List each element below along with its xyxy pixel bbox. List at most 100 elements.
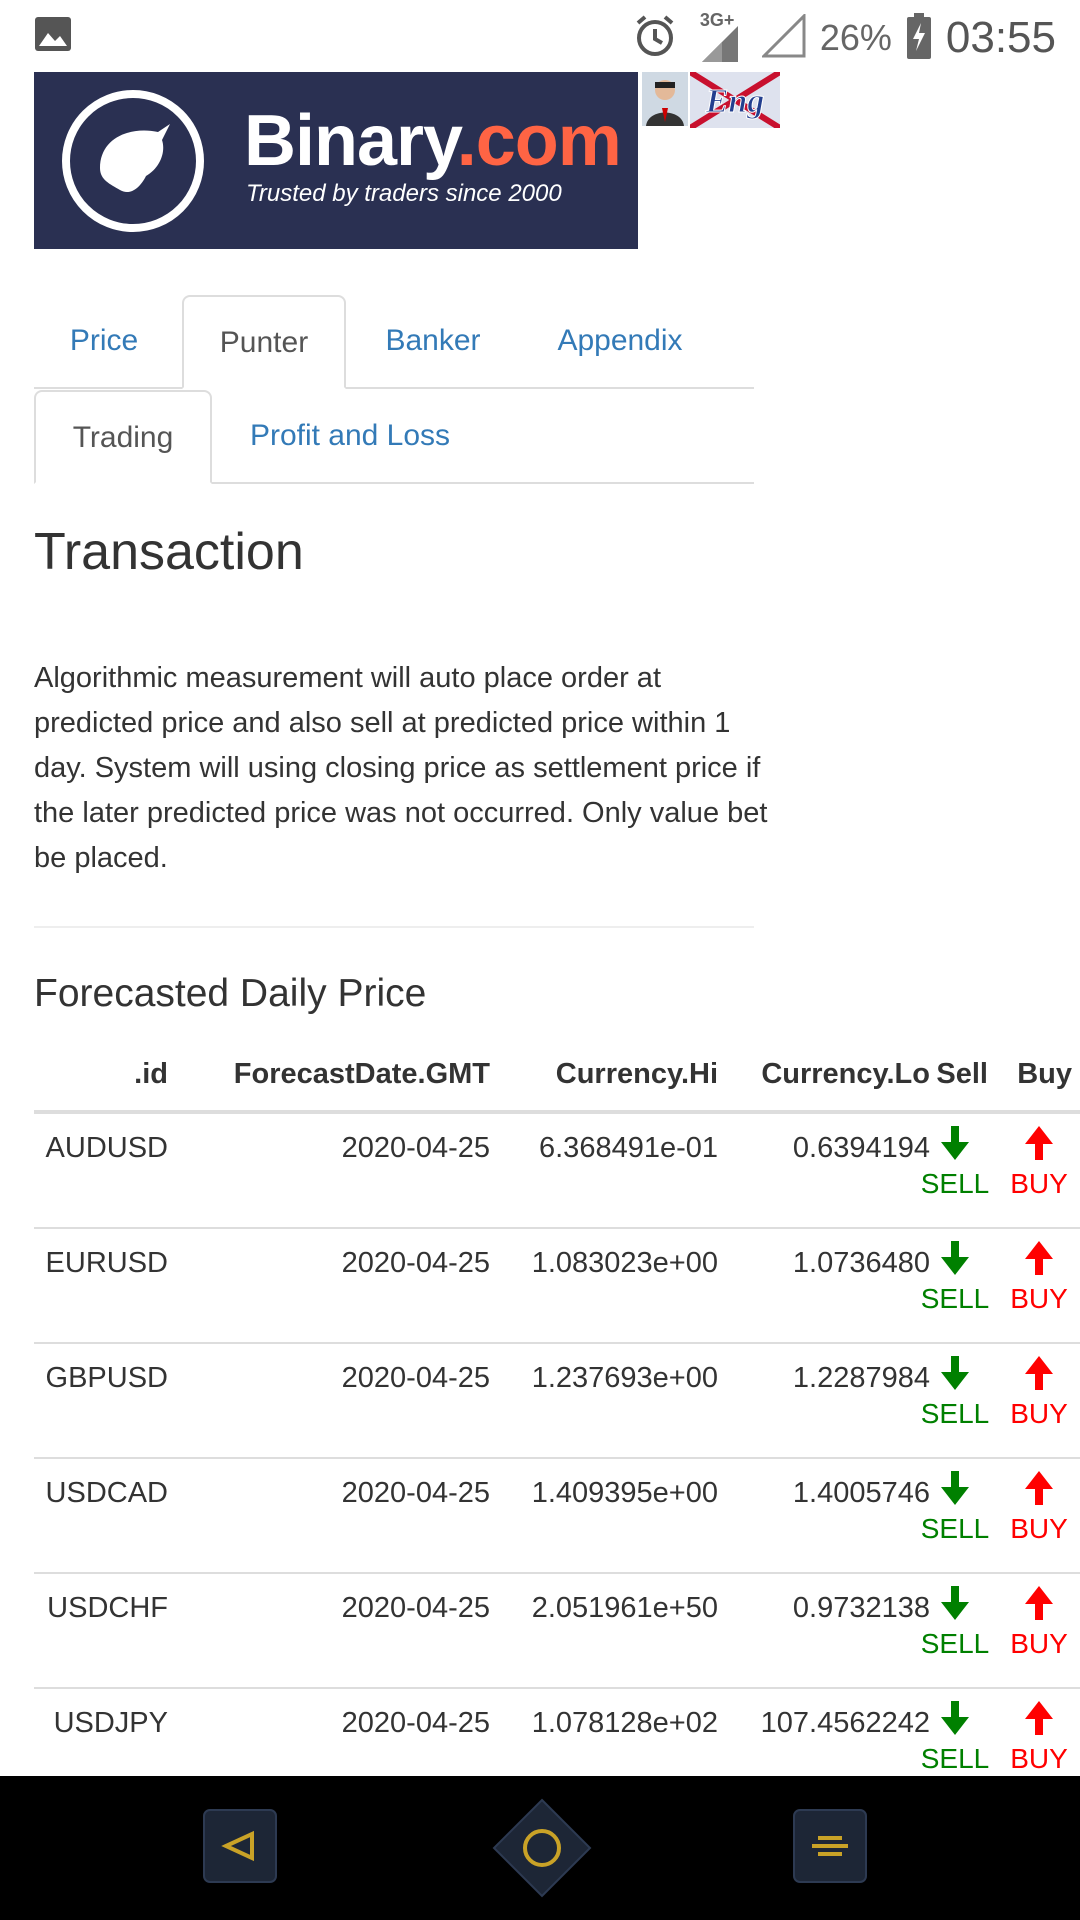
header-sell[interactable]: Sell	[936, 1058, 988, 1091]
cell-currency-hi: 1.078128e+02	[531, 1707, 718, 1739]
cell-currency-hi: 1.409395e+00	[531, 1477, 718, 1509]
cell-currency-lo: 0.9732138	[792, 1592, 930, 1624]
logo-tagline: Trusted by traders since 2000	[246, 180, 562, 207]
table-body: AUDUSD 2020-04-25 6.368491e-01 0.6394194 SEL…	[34, 1114, 1080, 1804]
cell-forecast-date: 2020-04-25	[341, 1247, 490, 1279]
sell-label: SELL	[920, 1283, 990, 1314]
cell-currency-hi: 6.368491e-01	[539, 1132, 718, 1164]
cell-id: GBPUSD	[45, 1362, 168, 1394]
arrow-up-icon	[998, 1356, 1080, 1392]
tab-banker[interactable]: Banker	[354, 295, 512, 387]
buy-label: BUY	[1010, 1398, 1068, 1429]
table-header: .id ForecastDate.GMT Currency.Hi Currenc…	[34, 1048, 1080, 1114]
buy-button[interactable]: BUY	[998, 1241, 1080, 1315]
battery-charging-icon	[906, 12, 932, 64]
header-buy[interactable]: Buy	[1017, 1058, 1072, 1091]
table-row: USDCHF 2020-04-25 2.051961e+50 0.9732138 SEL…	[34, 1574, 1080, 1689]
alarm-icon	[632, 13, 678, 64]
buy-button[interactable]: BUY	[998, 1586, 1080, 1660]
cell-currency-lo: 1.2287984	[792, 1362, 930, 1394]
buy-button[interactable]: BUY	[998, 1471, 1080, 1545]
cell-forecast-date: 2020-04-25	[341, 1707, 490, 1739]
header-forecast-date[interactable]: ForecastDate.GMT	[234, 1058, 490, 1091]
sell-label: SELL	[920, 1513, 990, 1544]
avatar[interactable]	[642, 72, 688, 126]
cell-currency-hi: 1.083023e+00	[531, 1247, 718, 1279]
cell-currency-lo: 1.0736480	[792, 1247, 930, 1279]
header-currency-lo[interactable]: Currency.Lo	[761, 1058, 930, 1091]
arrow-down-icon	[914, 1701, 996, 1737]
buy-label: BUY	[1010, 1168, 1068, 1199]
arrow-up-icon	[998, 1126, 1080, 1162]
table-row: EURUSD 2020-04-25 1.083023e+00 1.0736480 SEL…	[34, 1229, 1080, 1344]
sell-label: SELL	[920, 1628, 990, 1659]
arrow-down-icon	[914, 1356, 996, 1392]
header-currency-hi[interactable]: Currency.Hi	[556, 1058, 718, 1091]
arrow-down-icon	[914, 1586, 996, 1622]
arrow-down-icon	[914, 1241, 996, 1277]
bull-logo-icon	[62, 90, 204, 232]
table-row: AUDUSD 2020-04-25 6.368491e-01 0.6394194 SEL…	[34, 1114, 1080, 1229]
arrow-down-icon	[914, 1126, 996, 1162]
page-title: Transaction	[34, 523, 304, 581]
tab-appendix[interactable]: Appendix	[520, 295, 720, 387]
cell-currency-hi: 2.051961e+50	[531, 1592, 718, 1624]
arrow-down-icon	[914, 1471, 996, 1507]
signal-icon: 3G+	[692, 10, 748, 64]
buy-button[interactable]: BUY	[998, 1356, 1080, 1430]
cell-id: USDCAD	[45, 1477, 168, 1509]
image-icon	[34, 16, 72, 57]
divider	[34, 926, 754, 928]
table-row: GBPUSD 2020-04-25 1.237693e+00 1.2287984 SEL…	[34, 1344, 1080, 1459]
buy-label: BUY	[1010, 1628, 1068, 1659]
buy-label: BUY	[1010, 1283, 1068, 1314]
buy-button[interactable]: BUY	[998, 1126, 1080, 1200]
battery-percent: 26%	[819, 17, 892, 58]
cell-currency-lo: 107.4562242	[760, 1707, 930, 1739]
sell-button[interactable]: SELL	[914, 1241, 996, 1315]
home-icon[interactable]	[492, 1798, 592, 1903]
logo-wordmark: Binary.com	[244, 101, 622, 181]
buy-label: BUY	[1010, 1743, 1068, 1774]
tab-punter[interactable]: Punter	[182, 295, 346, 389]
buy-label: BUY	[1010, 1513, 1068, 1544]
recents-icon[interactable]	[792, 1808, 868, 1889]
table-row: USDCAD 2020-04-25 1.409395e+00 1.4005746 SEL…	[34, 1459, 1080, 1574]
binary-logo[interactable]: Binary.com Trusted by traders since 2000	[34, 72, 638, 249]
svg-text:Eng: Eng	[705, 83, 765, 120]
sell-button[interactable]: SELL	[914, 1471, 996, 1545]
cell-forecast-date: 2020-04-25	[341, 1477, 490, 1509]
sell-button[interactable]: SELL	[914, 1356, 996, 1430]
buy-button[interactable]: BUY	[998, 1701, 1080, 1775]
cell-id: USDCHF	[47, 1592, 168, 1624]
arrow-up-icon	[998, 1701, 1080, 1737]
sell-button[interactable]: SELL	[914, 1586, 996, 1660]
back-icon[interactable]	[202, 1808, 278, 1889]
arrow-up-icon	[998, 1586, 1080, 1622]
sell-button[interactable]: SELL	[914, 1701, 996, 1775]
header-id[interactable]: .id	[134, 1058, 168, 1091]
cell-forecast-date: 2020-04-25	[341, 1132, 490, 1164]
cell-currency-lo: 1.4005746	[792, 1477, 930, 1509]
cell-forecast-date: 2020-04-25	[341, 1592, 490, 1624]
main-tabs: Price Punter Banker Appendix	[34, 295, 754, 389]
status-bar: 3G+ 26% 03:55	[0, 0, 1080, 72]
navigation-bar	[0, 1776, 1080, 1920]
clock: 03:55	[945, 13, 1056, 62]
forecast-table: .id ForecastDate.GMT Currency.Hi Currenc…	[34, 1048, 1080, 1804]
tab-profit-and-loss[interactable]: Profit and Loss	[220, 390, 480, 482]
cell-currency-hi: 1.237693e+00	[531, 1362, 718, 1394]
sub-tabs: Trading Profit and Loss	[34, 390, 754, 484]
arrow-up-icon	[998, 1471, 1080, 1507]
tab-price[interactable]: Price	[34, 295, 174, 387]
tab-trading[interactable]: Trading	[34, 390, 212, 484]
description-text: Algorithmic measurement will auto place …	[34, 662, 768, 874]
cell-id: AUDUSD	[45, 1132, 168, 1164]
cell-forecast-date: 2020-04-25	[341, 1362, 490, 1394]
sell-label: SELL	[920, 1743, 990, 1774]
arrow-up-icon	[998, 1241, 1080, 1277]
sell-button[interactable]: SELL	[914, 1126, 996, 1200]
cell-id: USDJPY	[53, 1707, 168, 1739]
section-title: Forecasted Daily Price	[34, 972, 427, 1015]
language-flag-icon[interactable]: Eng	[688, 69, 782, 131]
